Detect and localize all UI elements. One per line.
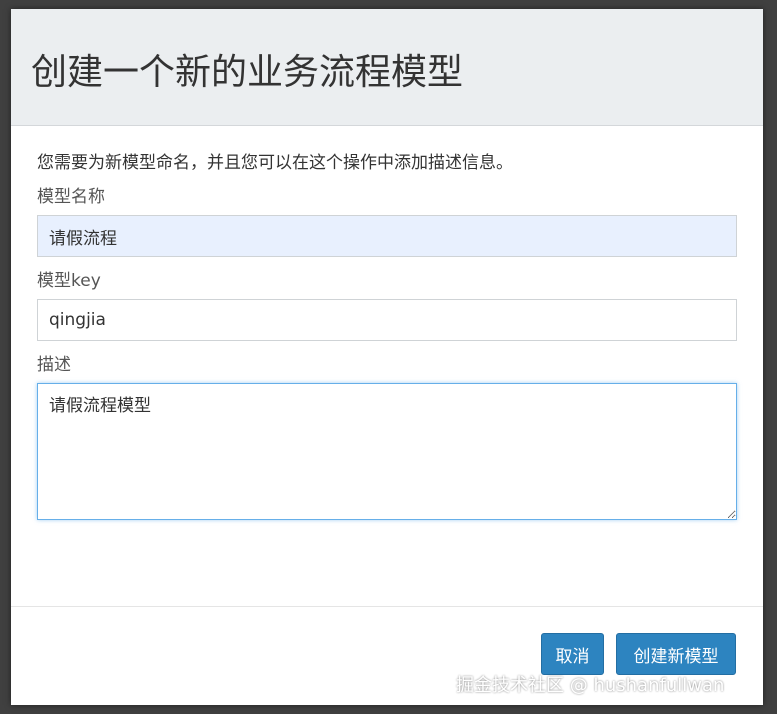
- dialog-header: 创建一个新的业务流程模型: [11, 9, 763, 126]
- model-key-input[interactable]: [37, 299, 737, 341]
- create-model-button[interactable]: 创建新模型: [616, 633, 736, 675]
- create-model-dialog: 创建一个新的业务流程模型 您需要为新模型命名，并且您可以在这个操作中添加描述信息…: [11, 9, 763, 705]
- model-description-label: 描述: [37, 355, 71, 375]
- model-key-label: 模型key: [37, 271, 101, 291]
- cancel-button[interactable]: 取消: [541, 633, 604, 675]
- watermark: 掘金技术社区 @ hushanfullwan: [456, 675, 725, 696]
- model-name-label: 模型名称: [37, 187, 105, 207]
- dialog-title: 创建一个新的业务流程模型: [31, 52, 464, 93]
- dialog-description: 您需要为新模型命名，并且您可以在这个操作中添加描述信息。: [37, 153, 513, 173]
- dialog-body: 您需要为新模型命名，并且您可以在这个操作中添加描述信息。 模型名称 模型key …: [11, 126, 763, 520]
- model-description-textarea[interactable]: 请假流程模型: [37, 383, 737, 520]
- model-name-input[interactable]: [37, 215, 737, 257]
